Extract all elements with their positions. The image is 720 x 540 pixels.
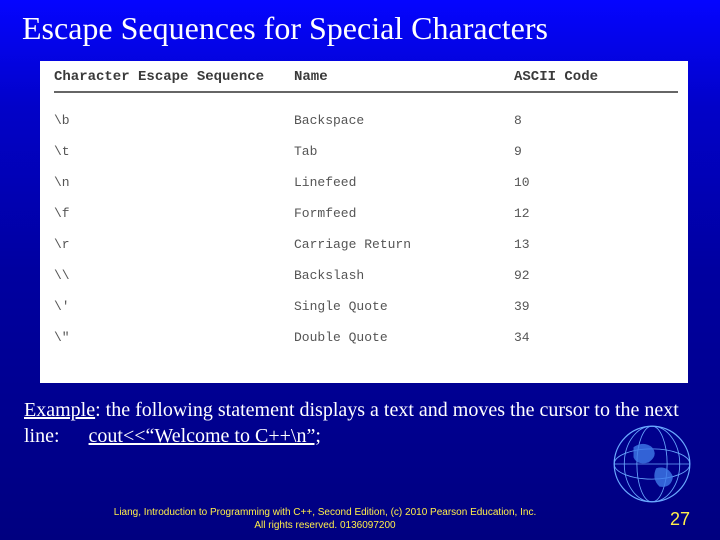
cell-escape: \\ [54,268,294,283]
cell-code: 8 [514,113,634,128]
cell-code: 9 [514,144,634,159]
table-row: \' Single Quote 39 [54,291,678,322]
cell-escape: \b [54,113,294,128]
col-header-escape: Character Escape Sequence [54,69,294,85]
col-header-name: Name [294,69,514,85]
escape-table: Character Escape Sequence Name ASCII Cod… [40,61,688,383]
footer-text: Liang, Introduction to Programming with … [0,506,650,532]
cell-code: 34 [514,330,634,345]
cell-escape: \n [54,175,294,190]
table-row: \\ Backslash 92 [54,260,678,291]
table-header: Character Escape Sequence Name ASCII Cod… [54,67,678,93]
slide-title: Escape Sequences for Special Characters [0,0,720,61]
footer-line1: Liang, Introduction to Programming with … [0,506,650,519]
cell-name: Formfeed [294,206,514,221]
cell-escape: \f [54,206,294,221]
example-text: Example: the following statement display… [0,383,720,449]
cell-escape: \r [54,237,294,252]
table-row: \f Formfeed 12 [54,198,678,229]
cell-name: Linefeed [294,175,514,190]
example-code: cout<<“Welcome to C++\n”; [89,425,321,447]
cell-name: Single Quote [294,299,514,314]
cell-code: 39 [514,299,634,314]
cell-name: Backspace [294,113,514,128]
table-row: \" Double Quote 34 [54,322,678,353]
cell-code: 10 [514,175,634,190]
footer-line2: All rights reserved. 0136097200 [0,519,650,532]
cell-escape: \t [54,144,294,159]
cell-escape: \' [54,299,294,314]
table-row: \n Linefeed 10 [54,167,678,198]
cell-code: 12 [514,206,634,221]
table-row: \t Tab 9 [54,136,678,167]
table-row: \r Carriage Return 13 [54,229,678,260]
cell-name: Carriage Return [294,237,514,252]
cell-escape: \" [54,330,294,345]
cell-code: 13 [514,237,634,252]
col-header-code: ASCII Code [514,69,634,85]
cell-code: 92 [514,268,634,283]
page-number: 27 [650,509,710,530]
table-row: \b Backspace 8 [54,105,678,136]
cell-name: Double Quote [294,330,514,345]
cell-name: Backslash [294,268,514,283]
cell-name: Tab [294,144,514,159]
example-label: Example [24,399,95,421]
